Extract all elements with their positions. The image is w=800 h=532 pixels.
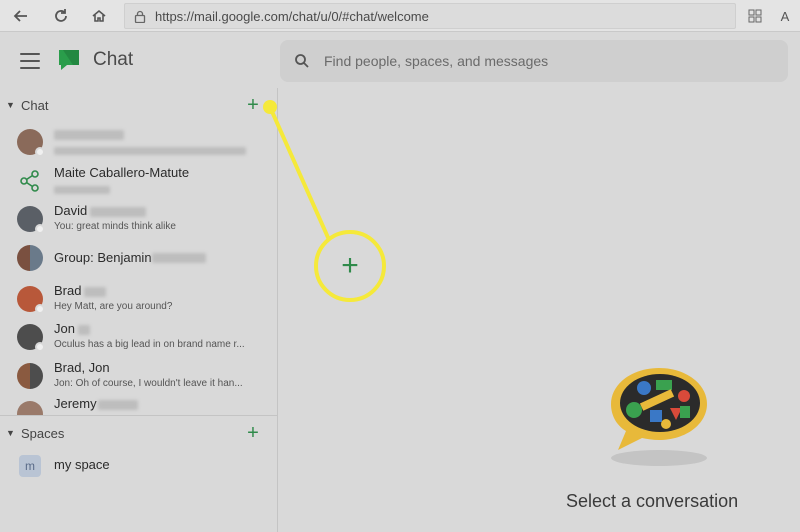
extensions-icon[interactable] [740, 0, 770, 32]
callout-plus-button[interactable]: + [314, 230, 386, 302]
chat-item-preview: You: great minds think alike [54, 221, 176, 232]
spaces-section-header[interactable]: ▼ Spaces + [0, 422, 278, 444]
chat-list-item[interactable]: David You: great minds think alike [0, 201, 278, 239]
chat-list-item[interactable]: Maite Caballero-Matute [0, 163, 278, 201]
back-icon[interactable] [4, 0, 38, 32]
sidebar: ▼ Chat + Maite Caballero-Matute David Yo… [0, 88, 278, 532]
hamburger-menu-icon[interactable] [16, 50, 44, 72]
home-icon[interactable] [82, 0, 116, 32]
plus-icon: + [341, 249, 359, 282]
chat-item-name: Group: Benjamin [54, 250, 152, 265]
chat-item-name: Brad [54, 283, 82, 298]
new-chat-button[interactable]: + [244, 95, 262, 115]
empty-state-text: Select a conversation [566, 491, 739, 511]
section-divider [0, 415, 278, 416]
callout-dot [263, 100, 277, 114]
redacted-name [54, 130, 124, 140]
chat-item-preview: Hey Matt, are you around? [54, 301, 173, 312]
collapse-caret-icon[interactable]: ▼ [6, 100, 15, 110]
app-header: Chat Find people, spaces, and messages [0, 32, 800, 88]
chat-list-item[interactable] [0, 124, 278, 162]
redacted-name [78, 325, 90, 335]
main-panel [279, 88, 800, 532]
chat-item-name: Jeremy [54, 396, 97, 411]
read-aloud-label: A [780, 8, 790, 24]
redacted-preview [54, 147, 246, 155]
chat-item-name: David [54, 203, 88, 218]
chat-list-item[interactable]: Brad Hey Matt, are you around? [0, 281, 278, 319]
avatar [17, 129, 45, 157]
avatar [17, 324, 45, 352]
chat-item-name: Jon [54, 321, 75, 336]
avatar [17, 206, 45, 234]
chat-item-preview: Jon: Oh of course, I wouldn't leave it h… [54, 378, 243, 389]
redacted-name [98, 400, 138, 410]
conversation-bubble-illustration [604, 360, 714, 470]
refresh-icon[interactable] [44, 0, 78, 32]
chat-logo-icon [56, 47, 82, 73]
spaces-section-label: Spaces [21, 425, 65, 441]
search-icon [280, 53, 324, 69]
app-title: Chat [93, 49, 134, 70]
avatar [17, 245, 43, 271]
read-aloud-icon[interactable]: A [770, 0, 800, 32]
url-text: https://mail.google.com/chat/u/0/#chat/w… [155, 8, 429, 24]
browser-toolbar: https://mail.google.com/chat/u/0/#chat/w… [0, 0, 800, 32]
chat-list-item[interactable]: Group: Benjamin [0, 241, 278, 279]
chat-list-item[interactable]: Jeremy [0, 396, 278, 416]
collapse-caret-icon[interactable]: ▼ [6, 428, 15, 438]
redacted-name [90, 207, 146, 217]
address-bar[interactable]: https://mail.google.com/chat/u/0/#chat/w… [124, 3, 736, 29]
redacted-preview [54, 186, 110, 194]
chat-item-name: Maite Caballero-Matute [54, 165, 190, 180]
chat-item-preview: Oculus has a big lead in on brand name r… [54, 339, 245, 350]
chat-list-item[interactable]: Brad, Jon Jon: Oh of course, I wouldn't … [0, 358, 278, 396]
new-space-button[interactable]: + [244, 423, 262, 443]
avatar [17, 363, 43, 389]
chat-section-label: Chat [21, 97, 49, 113]
chat-list-item[interactable]: Jon Oculus has a big lead in on brand na… [0, 319, 278, 357]
redacted-name [84, 287, 106, 297]
avatar [17, 286, 45, 314]
share-icon [18, 169, 42, 198]
search-placeholder: Find people, spaces, and messages [324, 53, 549, 69]
redacted-name [152, 253, 206, 263]
chat-item-name: Brad, Jon [54, 360, 110, 375]
chat-section-header[interactable]: ▼ Chat + [0, 94, 278, 116]
space-list-item[interactable]: m my space [0, 450, 278, 482]
lock-icon [125, 10, 155, 23]
space-avatar: m [19, 455, 41, 477]
avatar [17, 401, 43, 416]
search-input[interactable]: Find people, spaces, and messages [280, 40, 788, 82]
space-item-name: my space [54, 457, 110, 472]
